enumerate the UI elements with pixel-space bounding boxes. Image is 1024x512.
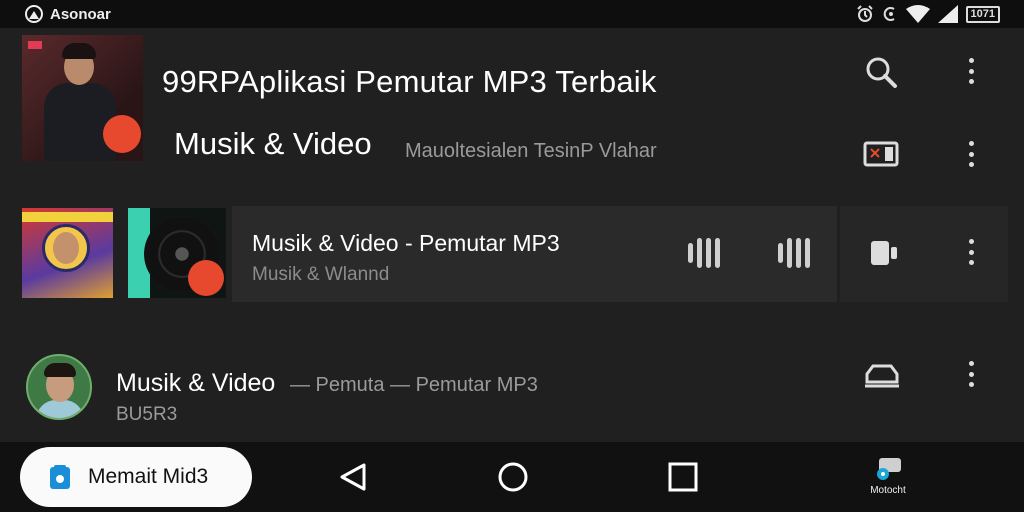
more-options-button-now-playing[interactable] [961,236,981,268]
cast-button[interactable] [862,138,900,170]
wifi-icon [905,5,930,23]
now-playing-title: Musik & Video - Pemutar MP3 [252,230,560,256]
avatar-body [36,400,84,418]
app-shortcut[interactable]: Motocht [858,454,918,496]
album-art-small-2[interactable] [128,208,226,298]
content-area: 99RPAplikasi Pemutar MP3 Terbaik Musik &… [0,28,1024,442]
page-title-secondary: Musik & Video [174,126,372,161]
album-art-tag [28,41,42,49]
app-screen: Asonoar 1071 99RPAplikasi Pemutar MP3 Te… [0,0,1024,512]
more-icon [961,138,981,170]
recents-icon [668,462,698,492]
equalizer-button-1[interactable] [688,238,720,268]
album-art-main[interactable] [22,35,143,161]
car-mode-button[interactable] [862,358,902,392]
alarm-icon [856,5,873,22]
back-icon [340,463,366,491]
mini-player-label: Memait Mid3 [88,465,209,488]
home-icon [498,462,528,492]
list-item-subtitle: BU5R3 [116,404,178,425]
status-right: 1071 [856,5,1000,23]
search-button[interactable] [862,54,900,90]
home-button[interactable] [498,462,528,492]
album-art-badge [103,115,141,153]
equalizer-button-2[interactable] [778,238,810,268]
signal-icon [937,5,958,23]
page-subtitle: Mauoltesialen TesinP Vlahar [405,140,657,162]
navigation-bar: Memait Mid3 Motocht [0,442,1024,512]
status-left: Asonoar [24,4,111,24]
back-button[interactable] [338,462,368,492]
recents-button[interactable] [668,462,698,492]
more-icon [961,358,981,390]
now-playing-actions-bg [840,206,1008,302]
album-art-mark [188,260,224,296]
avatar-hair [44,363,76,377]
status-app-name: Asonoar [50,5,111,23]
device-icon [871,241,897,265]
album-art-hair [62,43,96,59]
more-icon [961,55,981,87]
avatar[interactable] [26,354,92,420]
more-icon [961,236,981,268]
search-icon [866,57,897,88]
album-art-person [44,83,116,161]
list-item-meta: — Pemuta — Pemutar MP3 [290,374,538,396]
mini-player-pill[interactable]: Memait Mid3 [20,447,252,507]
car-icon [865,364,899,388]
app-shortcut-label: Motocht [870,485,906,496]
device-button[interactable] [868,238,900,268]
now-playing-subtitle: Musik & Wlannd [252,264,390,285]
battery-icon: 1071 [965,5,1000,23]
album-art-band [22,212,113,222]
more-options-button-subheader[interactable] [961,138,981,170]
page-title: 99RPAplikasi Pemutar MP3 Terbaik [162,64,657,99]
camera-app-icon [877,458,901,480]
notification-icon [25,5,43,23]
data-icon [883,7,895,21]
more-options-button-header[interactable] [961,55,981,87]
list-item-title[interactable]: Musik & Video [116,369,275,398]
album-art-small-1[interactable] [22,208,113,298]
cast-icon [863,141,899,167]
status-bar: Asonoar 1071 [0,0,1024,28]
more-options-button-list-item[interactable] [961,358,981,390]
album-art-face-small [53,232,79,264]
music-file-icon [50,465,70,489]
